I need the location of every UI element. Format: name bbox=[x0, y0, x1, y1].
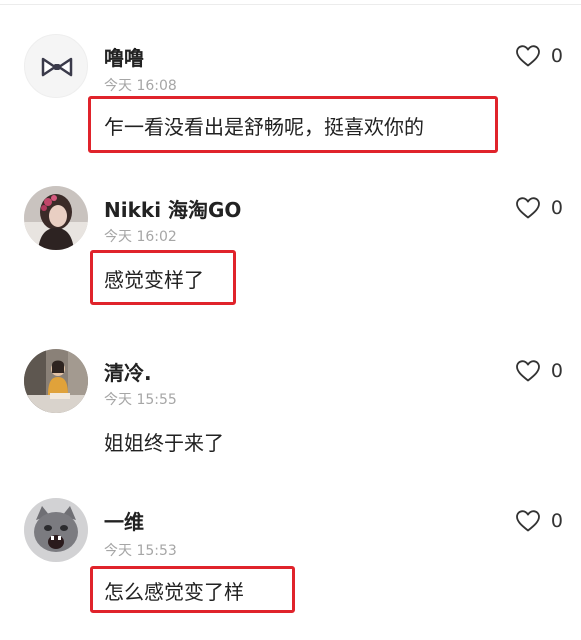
comment-timestamp: 今天 15:55 bbox=[104, 392, 177, 408]
comment-timestamp: 今天 16:02 bbox=[104, 229, 177, 245]
heart-icon bbox=[516, 510, 540, 532]
avatar[interactable] bbox=[24, 186, 88, 250]
heart-icon bbox=[516, 197, 540, 219]
avatar[interactable] bbox=[24, 34, 88, 98]
avatar[interactable] bbox=[24, 498, 88, 562]
comment-timestamp: 今天 16:08 bbox=[104, 78, 177, 94]
comment-author-name[interactable]: 一维 bbox=[104, 506, 144, 535]
comment-text: 怎么感觉变了样 bbox=[104, 580, 244, 604]
comment-text: 乍一看没看出是舒畅呢，挺喜欢你的 bbox=[104, 115, 424, 139]
like-count: 0 bbox=[550, 360, 563, 382]
comment-author-name[interactable]: 噜噜 bbox=[104, 42, 144, 71]
comment-item: 噜噜 今天 16:08 乍一看没看出是舒畅呢，挺喜欢你的 0 bbox=[0, 0, 581, 170]
heart-icon bbox=[516, 360, 540, 382]
like-count: 0 bbox=[550, 45, 563, 67]
like-button[interactable]: 0 bbox=[515, 44, 563, 68]
heart-icon bbox=[516, 45, 540, 67]
like-count: 0 bbox=[550, 510, 563, 532]
like-count: 0 bbox=[550, 197, 563, 219]
comment-timestamp: 今天 15:53 bbox=[104, 543, 177, 559]
comment-author-name[interactable]: 清冷. bbox=[104, 357, 152, 386]
like-button[interactable]: 0 bbox=[515, 359, 563, 383]
like-button[interactable]: 0 bbox=[515, 509, 563, 533]
comment-text: 感觉变样了 bbox=[104, 268, 204, 292]
cat-icon bbox=[24, 498, 88, 562]
comment-text: 姐姐终于来了 bbox=[104, 431, 224, 455]
girl-photo-icon bbox=[24, 186, 88, 250]
avatar[interactable] bbox=[24, 349, 88, 413]
bow-tie-icon bbox=[41, 57, 73, 77]
comment-author-name[interactable]: Nikki 海淘GO bbox=[104, 194, 241, 223]
sitting-person-icon bbox=[24, 349, 88, 413]
like-button[interactable]: 0 bbox=[515, 196, 563, 220]
